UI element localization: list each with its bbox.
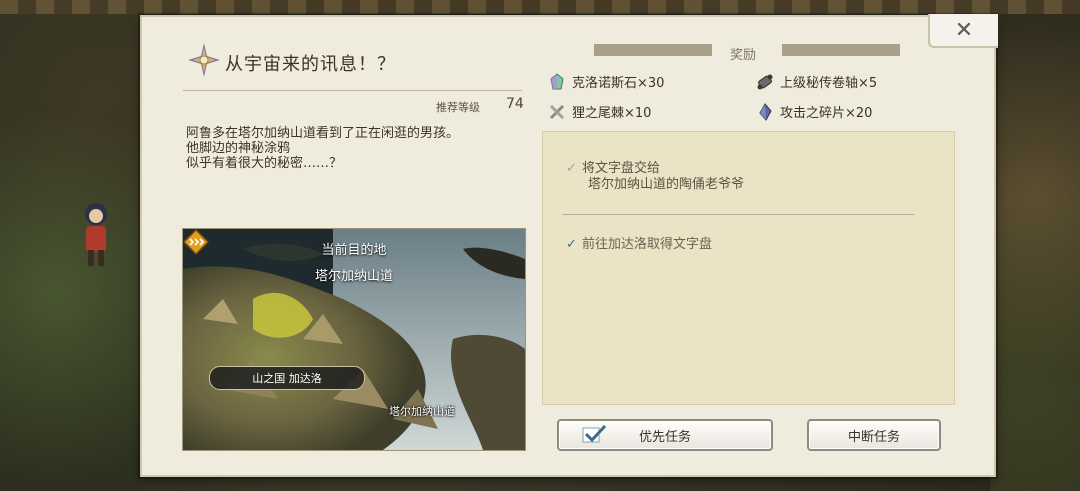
objective-divider [562, 214, 914, 215]
reward-item: 上级秘传卷轴×5 [756, 72, 877, 91]
crystal-icon [550, 72, 564, 89]
current-destination-label: 当前目的地 [321, 243, 387, 258]
player-character [85, 203, 107, 266]
abort-quest-button[interactable]: 中断任务 [807, 419, 941, 451]
reward-divider-right [782, 44, 900, 56]
scroll-icon [757, 74, 773, 89]
map-terrain [183, 229, 525, 450]
quest-description: 阿鲁多在塔尔加纳山道看到了正在闲逛的男孩。 他脚边的神秘涂鸦 似乎有着很大的秘密… [186, 126, 516, 171]
rewards-title: 奖励 [730, 48, 757, 63]
description-line: 阿鲁多在塔尔加纳山道看到了正在闲逛的男孩。 [186, 126, 460, 141]
description-line: 似乎有着很大的秘密……？ [186, 156, 343, 171]
destination-label: 塔尔加纳山道 [389, 405, 455, 418]
destination-marker-icon [183, 229, 209, 255]
checkmark-icon [582, 424, 607, 443]
close-button[interactable]: ✕ [928, 14, 998, 48]
quest-emblem-icon [188, 43, 220, 77]
reward-divider-left [594, 44, 712, 56]
reward-item: 攻击之碎片×20 [756, 102, 872, 121]
objective-text: 前往加达洛取得文字盘 [582, 237, 713, 252]
objective-text: 塔尔加纳山道的陶俑老爷爷 [588, 177, 745, 192]
close-icon[interactable]: ✕ [955, 18, 973, 43]
objective-text: 将文字盘交给 [582, 161, 661, 176]
recommended-level-label: 推荐等级 [436, 101, 480, 114]
current-destination-place: 塔尔加纳山道 [314, 269, 393, 284]
bone-icon [549, 104, 565, 119]
shard-icon [759, 102, 772, 121]
title-divider [183, 90, 522, 91]
reward-item: 狸之尾棘×10 [548, 102, 651, 121]
region-tag: 山之国 加达洛 [209, 366, 365, 390]
description-line: 他脚边的神秘涂鸦 [186, 141, 291, 156]
game-world-right [990, 0, 1080, 491]
game-world-left [0, 0, 140, 491]
priority-quest-button[interactable]: 优先任务 [557, 419, 773, 451]
objective-item: ✓ 将文字盘交给 塔尔加纳山道的陶俑老爷爷 [566, 161, 744, 193]
reward-item: 克洛诺斯石×30 [548, 72, 664, 91]
check-icon: ✓ [566, 161, 577, 176]
world-top-decor [0, 0, 1080, 14]
reward-label: 上级秘传卷轴×5 [780, 76, 878, 91]
objective-item: ✓ 前往加达洛取得文字盘 [566, 233, 712, 252]
recommended-level-value: 74 [506, 96, 524, 112]
check-icon: ✓ [566, 237, 577, 252]
reward-label: 狸之尾棘×10 [572, 106, 652, 121]
reward-label: 攻击之碎片×20 [780, 106, 873, 121]
reward-label: 克洛诺斯石×30 [572, 76, 665, 91]
abort-quest-label[interactable]: 中断任务 [848, 426, 900, 445]
destination-map[interactable]: 当前目的地 塔尔加纳山道 山之国 加达洛 塔尔加纳山道 [182, 228, 526, 451]
priority-quest-label[interactable]: 优先任务 [639, 426, 691, 445]
quest-title: 从宇宙来的讯息！？ [225, 54, 396, 75]
